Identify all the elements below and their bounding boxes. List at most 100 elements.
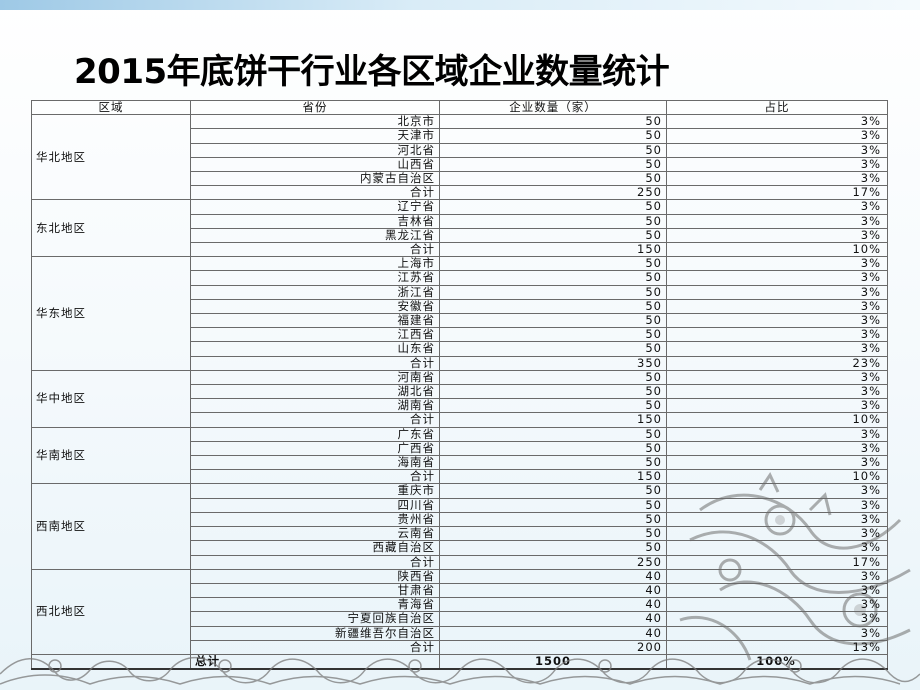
table-row: 华东地区 上海市 50 3% [31,256,888,371]
share-cell: 3% [666,497,888,513]
count-cell: 50 [439,156,667,173]
province-cell: 合计 [190,554,440,570]
header-province: 省份 [190,99,440,116]
province-cell: 合计 [190,355,440,371]
count-cell: 50 [439,284,667,300]
province-cell: 江苏省 [190,270,440,286]
province-cell: 湖南省 [190,398,440,414]
share-cell: 3% [666,341,888,357]
share-cell: 3% [666,511,888,528]
province-cell: 黑龙江省 [190,227,440,244]
count-cell: 40 [439,611,667,627]
count-cell: 50 [439,511,667,528]
province-cell: 辽宁省 [190,199,440,215]
province-cell: 宁夏回族自治区 [190,611,440,627]
share-cell: 3% [666,256,888,272]
share-cell: 3% [666,455,888,471]
province-cell: 重庆市 [190,483,440,499]
count-cell: 250 [439,185,667,201]
share-cell: 3% [666,298,888,315]
share-cell: 3% [666,227,888,244]
province-cell: 广西省 [190,440,440,457]
region-stats-table: 区域 省份 企业数量（家） 占比 华北地区 北京市 50 3% 天津市 50 3% 河北省 50… [31,99,888,671]
share-cell: 3% [666,313,888,329]
count-cell: 250 [439,554,667,570]
province-cell: 广东省 [190,426,440,442]
count-cell: 50 [439,327,667,343]
share-cell: 3% [666,625,888,641]
count-cell: 50 [439,341,667,357]
province-cell: 河南省 [190,369,440,386]
count-cell: 50 [439,270,667,286]
share-cell: 10% [666,412,888,428]
count-cell: 50 [439,313,667,329]
province-cell: 四川省 [190,497,440,513]
share-cell: 3% [666,199,888,215]
table-row: 西北地区 陕西省 40 3% [31,568,888,655]
count-cell: 50 [439,398,667,414]
count-cell: 50 [439,298,667,315]
table-row: 华北地区 北京市 50 3% [31,114,888,201]
share-cell: 10% [666,469,888,485]
count-cell: 150 [439,412,667,428]
count-cell: 50 [439,540,667,556]
province-cell: 福建省 [190,313,440,329]
count-cell: 50 [439,199,667,215]
province-cell: 合计 [190,469,440,485]
count-cell: 150 [439,469,667,485]
count-cell: 50 [439,142,667,158]
count-cell: 50 [439,497,667,513]
share-cell: 3% [666,270,888,286]
table-row: 华南地区 广东省 50 3% [31,426,888,485]
top-accent-band [0,0,920,10]
province-cell: 云南省 [190,526,440,542]
province-cell: 吉林省 [190,213,440,229]
share-cell: 17% [666,185,888,201]
count-cell: 40 [439,597,667,613]
province-cell: 海南省 [190,455,440,471]
province-cell: 内蒙古自治区 [190,171,440,187]
share-cell: 3% [666,213,888,229]
share-cell: 3% [666,128,888,144]
region-cell: 西北地区 [31,568,191,655]
region-cell: 华东地区 [31,256,191,371]
region-cell: 华南地区 [31,426,191,485]
share-cell: 3% [666,156,888,173]
count-cell: 50 [439,483,667,499]
share-cell: 3% [666,440,888,457]
share-cell: 3% [666,568,888,584]
share-cell: 3% [666,597,888,613]
region-cell: 华北地区 [31,114,191,201]
province-cell: 山东省 [190,341,440,357]
province-cell: 湖北省 [190,384,440,400]
province-cell: 陕西省 [190,568,440,584]
count-cell: 50 [439,128,667,144]
share-cell: 3% [666,540,888,556]
wave-decoration [0,656,920,685]
count-cell: 150 [439,242,667,258]
share-cell: 3% [666,526,888,542]
province-cell: 合计 [190,185,440,201]
province-cell: 上海市 [190,256,440,272]
province-cell: 安徽省 [190,298,440,315]
table-row: 西南地区 重庆市 50 3% [31,483,888,570]
share-cell: 23% [666,355,888,371]
table-body: 华北地区 北京市 50 3% 天津市 50 3% 河北省 50 3% 山西省 50 3% 内蒙古自治区 50… [31,114,888,671]
share-cell: 3% [666,426,888,442]
province-cell: 新疆维吾尔自治区 [190,625,440,641]
share-cell: 3% [666,327,888,343]
count-cell: 40 [439,568,667,584]
share-cell: 3% [666,398,888,414]
count-cell: 40 [439,582,667,599]
province-cell: 合计 [190,412,440,428]
header-region: 区域 [31,99,191,116]
share-cell: 17% [666,554,888,570]
count-cell: 50 [439,426,667,442]
count-cell: 50 [439,440,667,457]
count-cell: 50 [439,213,667,229]
table-header-row: 区域 省份 企业数量（家） 占比 [31,99,888,116]
province-cell: 合计 [190,242,440,258]
page-title: 2015年底饼干行业各区域企业数量统计 [74,52,670,92]
count-cell: 50 [439,526,667,542]
count-cell: 50 [439,114,667,130]
